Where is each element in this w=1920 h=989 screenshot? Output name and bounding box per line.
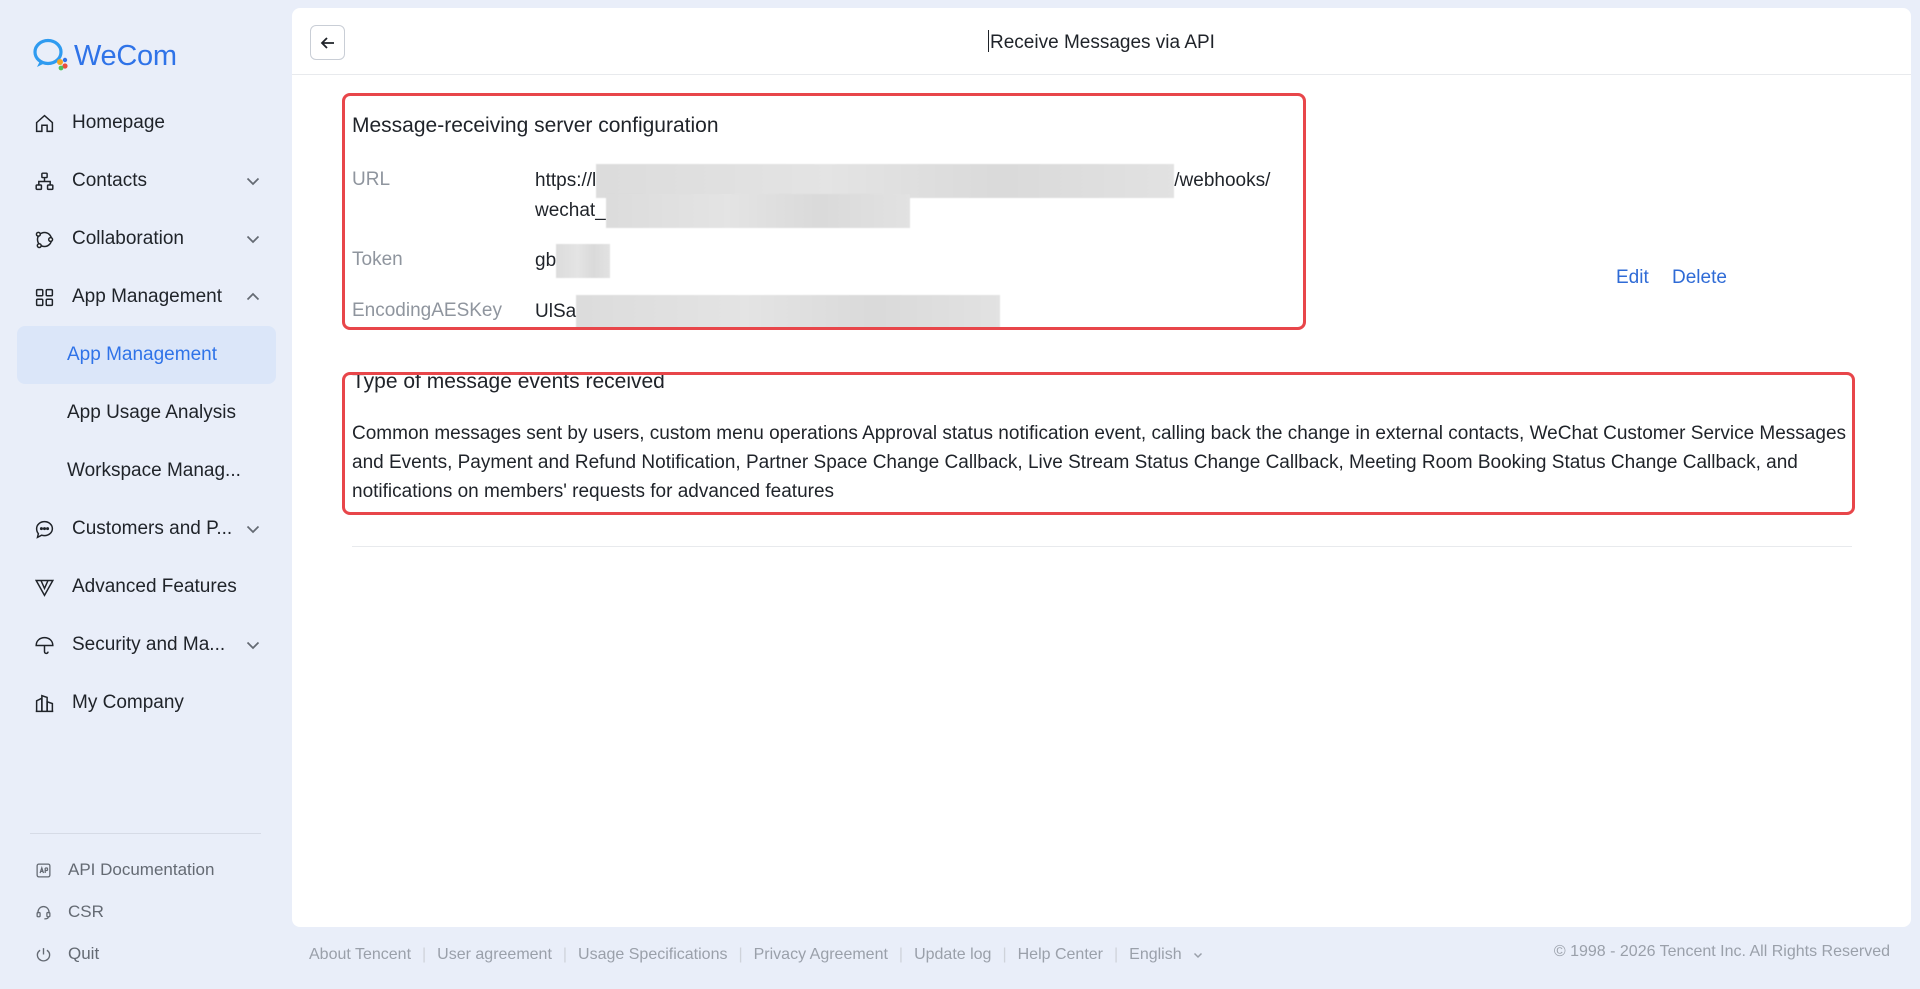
sidebar-item-label: App Management: [67, 344, 217, 365]
sidebar-item-contacts[interactable]: Contacts: [17, 152, 276, 210]
sidebar-nav: Homepage Contacts Collaboration App Mana…: [17, 94, 276, 732]
sidebar-item-collaboration[interactable]: Collaboration: [17, 210, 276, 268]
url-value-start: https://l: [535, 170, 597, 192]
sidebar-item-label: Collaboration: [72, 228, 184, 249]
footer-link-usage-specifications[interactable]: Usage Specifications: [578, 946, 727, 964]
aes-key-value-start: UlSa: [535, 301, 577, 323]
chevron-down-icon: [1193, 952, 1202, 959]
advanced-features-icon: [33, 576, 55, 598]
sidebar-bottom-links: API Documentation CSR Quit: [34, 849, 274, 975]
power-icon: [34, 945, 52, 963]
quit-label: Quit: [68, 944, 100, 963]
redacted-block: [576, 295, 1001, 329]
text-cursor: [988, 30, 990, 52]
umbrella-icon: [33, 634, 55, 656]
footer-separator: |: [562, 946, 568, 963]
wecom-logo[interactable]: WeCom: [32, 38, 177, 74]
sidebar-subitem-workspace-management[interactable]: Workspace Manag...: [17, 442, 276, 500]
language-selector[interactable]: English: [1129, 946, 1203, 964]
sidebar-item-label: App Management: [72, 286, 222, 307]
apps-grid-icon: [33, 286, 55, 308]
url-value-line2: wechat_: [535, 200, 606, 222]
footer-separator: |: [422, 946, 427, 963]
redacted-block: [605, 194, 910, 228]
events-description: Common messages sent by users, custom me…: [352, 423, 1847, 502]
footer-separator: |: [1002, 946, 1007, 963]
sidebar-subitem-app-management[interactable]: App Management: [17, 326, 276, 384]
footer-link-user-agreement[interactable]: User agreement: [437, 946, 552, 964]
wecom-logo-text: WeCom: [74, 39, 177, 72]
sidebar-item-label: App Usage Analysis: [67, 402, 236, 423]
chevron-down-icon: [246, 641, 260, 650]
encoding-aes-key-value: UlSa: [535, 295, 1001, 329]
footer-separator: |: [1113, 946, 1119, 963]
sidebar-item-app-management[interactable]: App Management: [17, 268, 276, 326]
footer-link-help-center[interactable]: Help Center: [1018, 946, 1103, 964]
sidebar-subitem-app-usage-analysis[interactable]: App Usage Analysis: [17, 384, 276, 442]
api-doc-icon: [34, 861, 52, 879]
page-title-text: Receive Messages via API: [990, 32, 1215, 53]
footer-link-update-log[interactable]: Update log: [914, 946, 991, 964]
sidebar-item-advanced-features[interactable]: Advanced Features: [17, 558, 276, 616]
server-config-title: Message-receiving server configuration: [352, 114, 719, 137]
token-value-start: gb: [535, 250, 557, 272]
sidebar-item-label: My Company: [72, 692, 184, 713]
redacted-block: [556, 244, 611, 278]
chat-bubble-icon: [33, 518, 55, 540]
sidebar-item-label: Workspace Manag...: [67, 460, 241, 481]
sidebar: WeCom Homepage Contacts Collaboration Ap…: [0, 0, 292, 989]
company-building-icon: [33, 692, 55, 714]
footer-link-about-tencent[interactable]: About Tencent: [309, 946, 411, 964]
footer-separator: |: [898, 946, 904, 963]
api-documentation-link[interactable]: API Documentation: [34, 849, 274, 891]
sidebar-item-customers[interactable]: Customers and P...: [17, 500, 276, 558]
redacted-block: [596, 164, 1175, 198]
chevron-down-icon: [246, 235, 260, 244]
headset-icon: [34, 903, 52, 921]
org-chart-icon: [33, 170, 55, 192]
collaboration-icon: [33, 228, 55, 250]
api-documentation-label: API Documentation: [68, 860, 215, 879]
sidebar-divider: [30, 833, 261, 834]
url-label: URL: [352, 169, 391, 190]
sidebar-item-homepage[interactable]: Homepage: [17, 94, 276, 152]
section-divider: [352, 546, 1852, 547]
language-label: English: [1129, 946, 1182, 963]
sidebar-item-my-company[interactable]: My Company: [17, 674, 276, 732]
page-title: Receive Messages via API: [292, 30, 1911, 54]
wecom-logo-icon: [32, 36, 70, 77]
home-icon: [33, 112, 55, 134]
copyright-text: © 1998 - 2026 Tencent Inc. All Rights Re…: [1553, 943, 1890, 960]
csr-label: CSR: [68, 902, 104, 921]
url-value-mid: /webhooks/: [1174, 170, 1271, 192]
main-panel: Receive Messages via API Message-receivi…: [292, 8, 1911, 927]
chevron-down-icon: [246, 177, 260, 186]
delete-button[interactable]: Delete: [1672, 267, 1727, 289]
edit-button[interactable]: Edit: [1616, 267, 1649, 289]
encoding-aes-key-label: EncodingAESKey: [352, 300, 502, 321]
csr-link[interactable]: CSR: [34, 891, 274, 933]
sidebar-item-label: Homepage: [72, 112, 165, 133]
sidebar-item-label: Security and Ma...: [72, 634, 226, 655]
footer-link-privacy-agreement[interactable]: Privacy Agreement: [754, 946, 888, 964]
footer-separator: |: [738, 946, 743, 963]
token-label: Token: [352, 249, 403, 270]
events-title: Type of message events received: [352, 370, 665, 393]
page-header: Receive Messages via API: [292, 8, 1911, 75]
url-value: https://l/webhooks/ wechat_: [535, 164, 1270, 228]
sidebar-item-security[interactable]: Security and Ma...: [17, 616, 276, 674]
sidebar-item-label: Customers and P...: [72, 518, 233, 539]
quit-link[interactable]: Quit: [34, 933, 274, 975]
chevron-down-icon: [246, 525, 260, 534]
chevron-up-icon: [246, 292, 260, 301]
sidebar-item-label: Advanced Features: [72, 576, 237, 597]
sidebar-item-label: Contacts: [72, 170, 147, 191]
token-value: gb: [535, 244, 611, 278]
